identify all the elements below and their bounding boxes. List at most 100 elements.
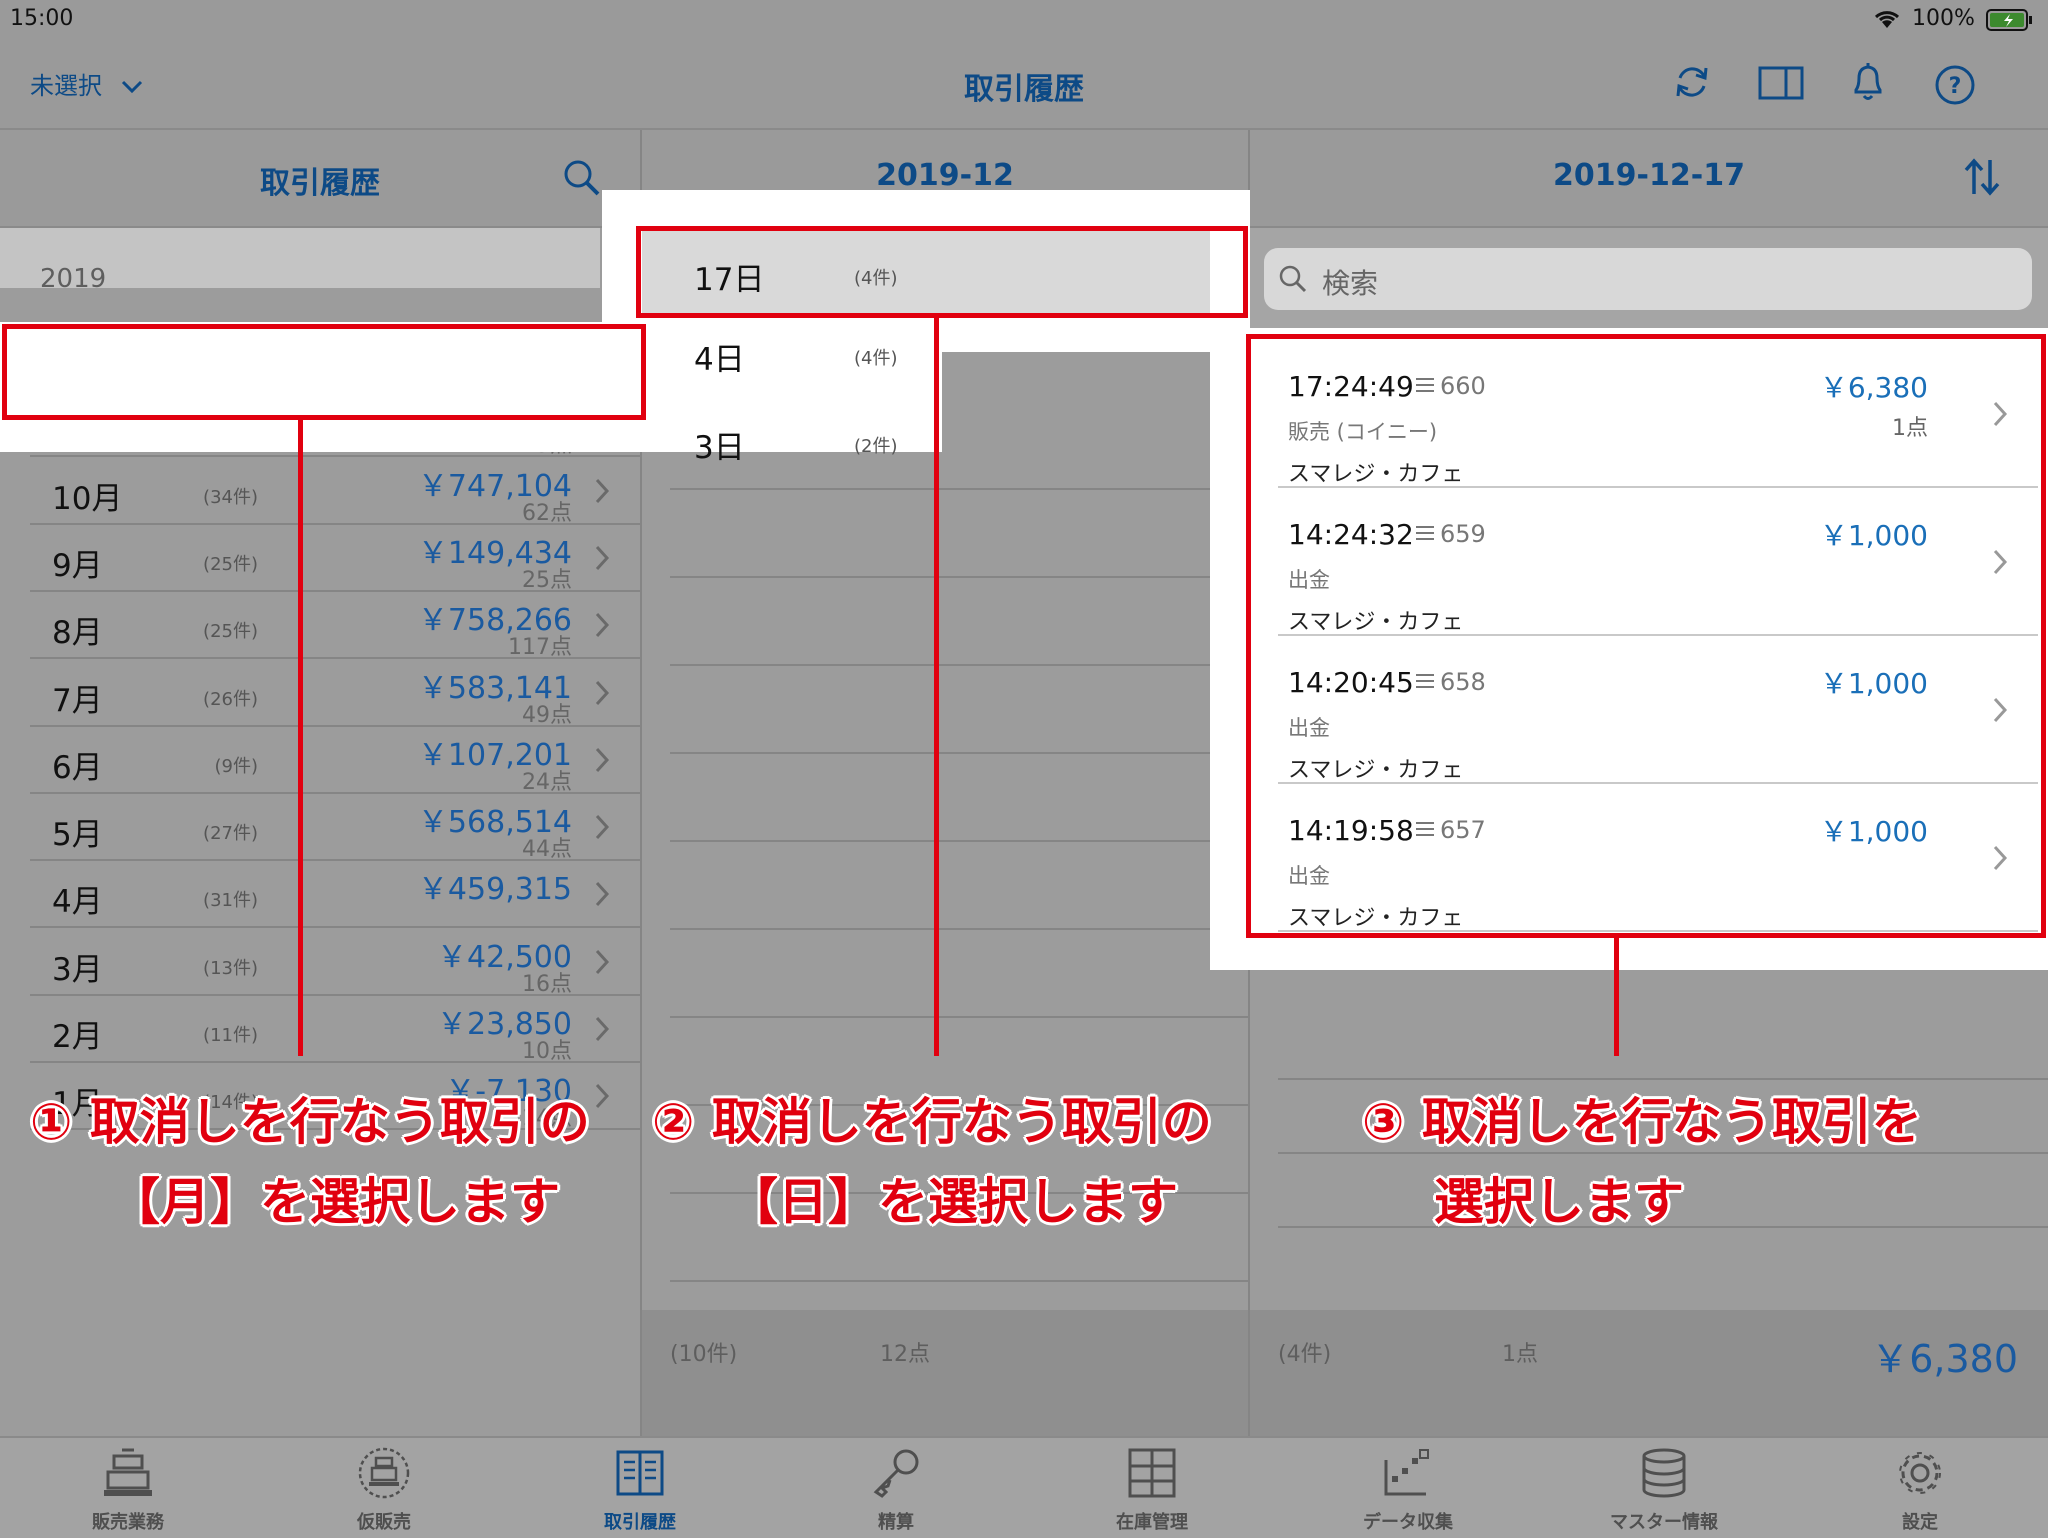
- annotation-box-day: [636, 226, 1248, 318]
- month-label: 4月: [52, 884, 103, 921]
- month-amount: ￥459,315: [417, 872, 572, 908]
- chevron-right-icon: [594, 1082, 610, 1114]
- chevron-right-icon: [594, 948, 610, 980]
- callout-1-line-1: ① 取消しを行なう取引の: [30, 1093, 590, 1151]
- tab-gear[interactable]: 設定: [1792, 1438, 2048, 1538]
- month-count: (25件): [203, 553, 258, 575]
- year-section-header: 2019: [0, 228, 600, 294]
- page-title: 取引履歴: [964, 72, 1084, 107]
- tab-label: 精算: [878, 1512, 914, 1533]
- row-separator: [670, 1280, 1248, 1282]
- day-label: 4日: [694, 342, 745, 378]
- day-label: 3日: [694, 430, 745, 466]
- annotation-connector: [1614, 938, 1619, 1056]
- month-count: (34件): [203, 486, 258, 508]
- transactions-footer: (4件) 1点 ￥6,380: [1250, 1310, 2048, 1436]
- month-row[interactable]: 8月 (25件) ￥758,266 117点: [0, 591, 640, 660]
- search-icon[interactable]: [562, 158, 602, 202]
- row-separator: [670, 840, 1248, 842]
- chevron-right-icon: [594, 544, 610, 576]
- chevron-right-icon: [594, 813, 610, 845]
- row-separator: [670, 488, 1248, 490]
- month-label: 6月: [52, 749, 103, 786]
- chevron-right-icon: [594, 1015, 610, 1047]
- tab-inventory[interactable]: 在庫管理: [1024, 1438, 1280, 1538]
- chevron-right-icon: [594, 679, 610, 711]
- month-label: 5月: [52, 817, 103, 854]
- refresh-icon[interactable]: [1672, 62, 1712, 106]
- annotation-box-month: [2, 324, 646, 420]
- month-count: (13件): [203, 957, 258, 979]
- callout-2-line-2: 【日】を選択します: [728, 1173, 1178, 1231]
- month-label: 7月: [52, 682, 103, 719]
- tab-temp-register[interactable]: 仮販売: [256, 1438, 512, 1538]
- callout-3-line-2: 選択します: [1434, 1173, 1684, 1231]
- row-separator: [670, 928, 1248, 930]
- search-icon: [1278, 264, 1308, 298]
- month-count: (9件): [214, 755, 259, 777]
- bell-icon[interactable]: [1850, 60, 1886, 108]
- nav-bar: 未選択 取引履歴 ?: [0, 40, 2048, 130]
- month-row[interactable]: 10月 (34件) ￥747,104 62点: [0, 457, 640, 526]
- transactions-footer-total: ￥6,380: [1871, 1337, 2018, 1381]
- days-panel-title: 2019-12: [876, 158, 1014, 193]
- tab-label: 仮販売: [357, 1512, 411, 1533]
- months-panel-header: 取引履歴: [0, 130, 640, 228]
- days-footer-count: (10件): [670, 1342, 738, 1367]
- month-count: (27件): [203, 823, 258, 845]
- tab-register[interactable]: 販売業務: [0, 1438, 256, 1538]
- month-row[interactable]: 9月 (25件) ￥149,434 25点: [0, 524, 640, 593]
- day-row[interactable]: 3日 (2件): [642, 402, 1248, 490]
- tab-key[interactable]: 精算: [768, 1438, 1024, 1538]
- search-input[interactable]: 検索: [1264, 248, 2032, 310]
- month-row[interactable]: 4月 (31件) ￥459,315: [0, 860, 640, 927]
- tab-label: データ収集: [1363, 1512, 1453, 1533]
- battery-icon: [1986, 8, 2034, 36]
- month-label: 8月: [52, 615, 103, 652]
- callout-1-line-2: 【月】を選択します: [110, 1173, 560, 1231]
- month-label: 3月: [52, 951, 103, 988]
- transactions-panel-title: 2019-12-17: [1553, 158, 1745, 193]
- battery-percent: 100%: [1912, 6, 1975, 31]
- months-panel-title: 取引履歴: [260, 166, 380, 201]
- tab-bar: 販売業務 仮販売 取引履歴 精算 在庫管理 データ収集 マスター情報 設定: [0, 1436, 2048, 1538]
- day-count: (4件): [854, 348, 898, 369]
- svg-text:?: ?: [1949, 74, 1962, 99]
- gap: [0, 290, 640, 322]
- month-row[interactable]: 2月 (11件) ￥23,850 10点: [0, 995, 640, 1064]
- chevron-right-icon: [594, 477, 610, 509]
- search-placeholder: 検索: [1322, 267, 1379, 300]
- month-row[interactable]: 3月 (13件) ￥42,500 16点: [0, 928, 640, 997]
- days-footer-points: 12点: [880, 1342, 930, 1367]
- transactions-footer-count: (4件): [1278, 1342, 1332, 1367]
- month-label: 9月: [52, 547, 103, 584]
- wifi-icon: [1872, 8, 1902, 34]
- tab-label: 取引履歴: [604, 1512, 676, 1533]
- tab-history[interactable]: 取引履歴: [512, 1438, 768, 1538]
- split-view-icon[interactable]: [1758, 66, 1804, 104]
- days-footer: (10件) 12点: [642, 1310, 1248, 1436]
- tab-label: マスター情報: [1610, 1512, 1718, 1533]
- callout-3-line-1: ③ 取消しを行なう取引を: [1362, 1093, 1922, 1151]
- tab-database[interactable]: マスター情報: [1536, 1438, 1792, 1538]
- month-row[interactable]: 6月 (9件) ￥107,201 24点: [0, 726, 640, 795]
- month-count: (25件): [203, 621, 258, 643]
- status-bar: 15:00 100%: [0, 0, 2048, 40]
- day-row[interactable]: 4日 (4件): [642, 314, 1248, 402]
- chevron-right-icon: [594, 746, 610, 778]
- callout-2-line-1: ② 取消しを行なう取引の: [652, 1093, 1212, 1151]
- annotation-box-transaction: [1246, 334, 2046, 938]
- tab-data-collect[interactable]: データ収集: [1280, 1438, 1536, 1538]
- month-row[interactable]: 5月 (27件) ￥568,514 44点: [0, 793, 640, 862]
- month-label: 10月: [52, 480, 123, 517]
- day-count: (2件): [854, 436, 898, 457]
- sort-icon[interactable]: [1962, 156, 2002, 202]
- row-separator: [670, 576, 1248, 578]
- month-count: (31件): [203, 890, 258, 912]
- status-time: 15:00: [10, 6, 74, 31]
- chevron-right-icon: [594, 611, 610, 643]
- month-row[interactable]: 7月 (26件) ￥583,141 49点: [0, 659, 640, 728]
- month-count: (26件): [203, 688, 258, 710]
- help-icon[interactable]: ?: [1934, 64, 1976, 110]
- month-label: 2月: [52, 1019, 103, 1055]
